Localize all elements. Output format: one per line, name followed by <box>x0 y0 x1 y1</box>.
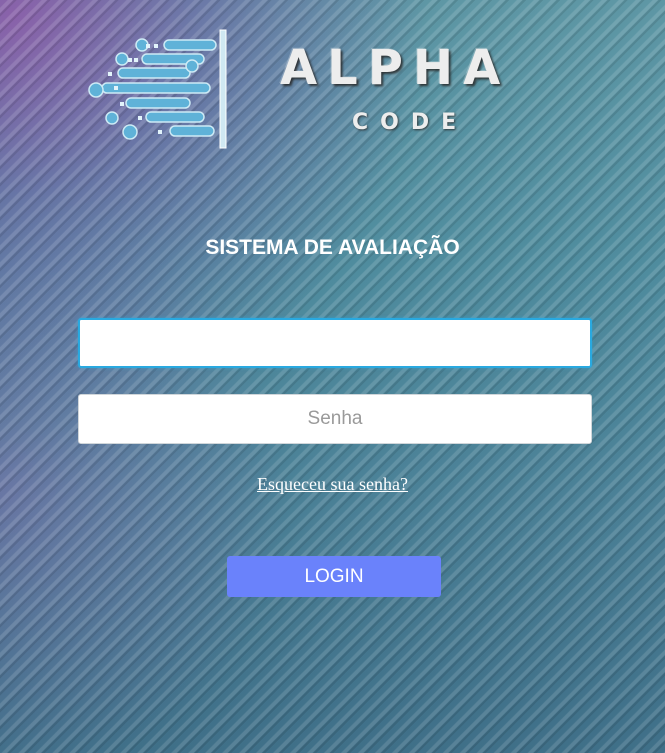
password-input[interactable] <box>78 394 592 444</box>
forgot-password-link[interactable]: Esqueceu sua senha? <box>257 474 408 494</box>
forgot-password-container: Esqueceu sua senha? <box>0 474 665 495</box>
alpha-code-logo: ALPHA CODE <box>84 28 544 156</box>
logo-wordmark: ALPHA <box>280 40 511 96</box>
username-input[interactable] <box>78 318 592 368</box>
circuit-logo-icon <box>88 29 227 149</box>
page-title: SISTEMA DE AVALIAÇÃO <box>205 236 460 259</box>
logo-subtitle: CODE <box>352 110 469 135</box>
login-button[interactable]: LOGIN <box>227 556 441 597</box>
